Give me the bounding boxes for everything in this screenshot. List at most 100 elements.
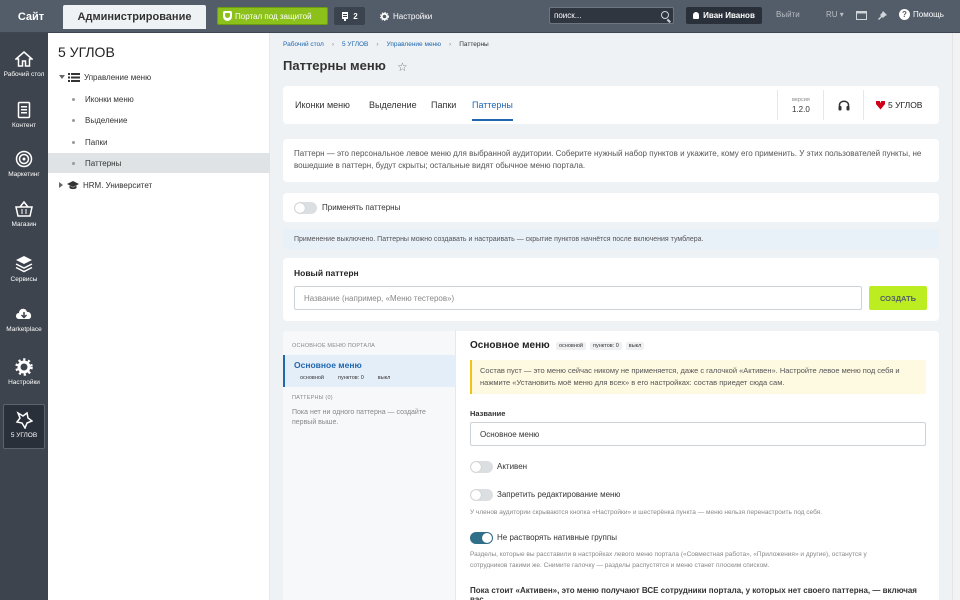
tab-highlight[interactable]: Выделение — [369, 100, 417, 110]
portal-protected-button[interactable]: Портал под защитой — [217, 7, 328, 25]
pattern-name-input[interactable]: Название (например, «Меню тестеров») — [294, 286, 862, 310]
search-input[interactable]: поиск... — [549, 7, 674, 24]
apply-patterns-label: Применять паттерны — [322, 203, 401, 212]
pattern-name-field[interactable]: Основное меню — [470, 422, 926, 446]
native-groups-toggle[interactable] — [470, 532, 493, 544]
breadcrumb-separator: › — [331, 41, 334, 48]
native-groups-help: сотрудников такими же. Снимите галочку —… — [470, 562, 770, 569]
notifications-button[interactable]: 2 — [334, 7, 365, 25]
nav-label: Сервисы — [10, 276, 38, 283]
scrollbar[interactable] — [952, 33, 960, 600]
tree-label: Управление меню — [84, 72, 152, 82]
version-label: версия — [792, 97, 810, 103]
divider — [823, 90, 824, 120]
site-link[interactable]: Сайт — [0, 0, 62, 33]
brand-name: 5 УГЛОВ — [888, 100, 923, 110]
headphones-icon[interactable] — [838, 99, 850, 111]
graduation-cap-icon — [67, 180, 79, 189]
tag-main: основной — [556, 342, 586, 350]
tab-patterns[interactable]: Паттерны — [472, 100, 513, 121]
gear-icon — [380, 11, 389, 21]
page-title: Паттерны меню — [283, 58, 386, 73]
nav-label: Маркетинг — [8, 171, 40, 178]
target-icon — [15, 150, 33, 168]
warning-banner: Состав пуст — это меню сейчас никому не … — [470, 360, 926, 394]
breadcrumb-item[interactable]: Рабочий стол — [283, 41, 324, 48]
nav-content[interactable]: Контент — [0, 91, 48, 141]
bullet-icon — [72, 97, 75, 101]
editor-tags: основной пунктов: 0 выкл — [556, 342, 645, 350]
tree-label: HRM. Университет — [83, 180, 153, 190]
brand-logo[interactable]: 5 УГЛОВ — [876, 100, 922, 110]
native-groups-help: Разделы, которые вы расставили в настрой… — [470, 551, 867, 558]
apply-patterns-card: Применять паттерны — [283, 193, 939, 222]
tab-folders[interactable]: Папки — [431, 100, 456, 110]
nav-desktop[interactable]: Рабочий стол — [0, 40, 48, 90]
nav-services[interactable]: Сервисы — [0, 245, 48, 295]
favorite-star-icon[interactable]: ☆ — [397, 60, 408, 74]
user-menu[interactable]: Иван Иванов — [686, 7, 762, 24]
active-toggle[interactable] — [470, 461, 493, 473]
menu-tree: 5 УГЛОВ Управление меню Иконки меню Выде… — [48, 33, 270, 600]
pin-icon[interactable] — [877, 10, 888, 21]
user-name: Иван Иванов — [703, 11, 755, 20]
expand-icon[interactable] — [59, 75, 65, 79]
breadcrumb-separator: › — [376, 41, 379, 48]
tree-label: Иконки меню — [85, 94, 134, 104]
new-pattern-card: Новый паттерн Название (например, «Меню … — [283, 258, 939, 321]
language-select[interactable]: RU ▾ — [826, 10, 844, 19]
gear-icon — [15, 358, 33, 376]
tree-title: 5 УГЛОВ — [58, 44, 115, 60]
tabs-card: Иконки меню Выделение Папки Паттерны вер… — [283, 86, 939, 124]
nav-settings[interactable]: Настройки — [0, 348, 48, 398]
help-button[interactable]: ? Помощь — [899, 9, 944, 20]
nav-marketing[interactable]: Маркетинг — [0, 140, 48, 190]
search-icon[interactable] — [661, 11, 669, 19]
breadcrumb-separator: › — [449, 41, 452, 48]
collapse-icon[interactable] — [59, 182, 63, 188]
nav-shop[interactable]: Магазин — [0, 190, 48, 240]
layers-icon — [15, 256, 33, 273]
list-icon — [68, 72, 80, 82]
pattern-item-name: Основное меню — [294, 360, 362, 370]
breadcrumb-item[interactable]: Управление меню — [387, 41, 442, 48]
bullet-icon — [72, 118, 75, 122]
nav-label: Магазин — [11, 221, 37, 228]
nav-marketplace[interactable]: Marketplace — [0, 295, 48, 345]
nav-5-corners[interactable]: 5 УГЛОВ — [3, 404, 45, 449]
divider — [777, 90, 778, 120]
logout-link[interactable]: Выйти — [776, 10, 800, 19]
tree-item-folders[interactable]: Папки — [48, 132, 270, 152]
tree-label: Выделение — [85, 115, 128, 125]
tree-item-highlight[interactable]: Выделение — [48, 110, 270, 130]
user-icon — [693, 12, 700, 19]
name-label: Название — [470, 409, 506, 418]
breadcrumb-item[interactable]: 5 УГЛОВ — [342, 41, 368, 48]
settings-link[interactable]: Настройки — [380, 7, 432, 25]
apply-patterns-toggle[interactable] — [294, 202, 317, 214]
help-icon: ? — [899, 9, 910, 20]
breadcrumb-current: Паттерны — [459, 41, 489, 48]
window-icon[interactable] — [856, 10, 867, 21]
tree-item-hrm-university[interactable]: HRM. Университет — [48, 175, 270, 195]
tag-count: пунктов: 0 — [590, 342, 622, 350]
portal-protected-label: Портал под защитой — [235, 11, 312, 21]
tree-item-patterns[interactable]: Паттерны — [48, 153, 270, 173]
admin-tab[interactable]: Администрирование — [63, 5, 206, 29]
nav-label: Настройки — [8, 379, 40, 386]
lock-editing-help: У членов аудитории скрываются кнопка «На… — [470, 509, 822, 516]
home-icon — [15, 51, 33, 67]
pattern-item-main-menu[interactable]: Основное меню основной пунктов: 0 выкл — [283, 355, 456, 387]
info-banner: Применение выключено. Паттерны можно соз… — [283, 229, 939, 249]
lock-editing-toggle[interactable] — [470, 489, 493, 501]
nav-label: Контент — [11, 122, 37, 129]
document-icon — [17, 101, 31, 119]
star-icon — [15, 411, 33, 429]
nav-label: Рабочий стол — [3, 71, 45, 78]
language-label: RU — [826, 10, 838, 19]
tree-item-menu-icons[interactable]: Иконки меню — [48, 89, 270, 109]
notifications-count: 2 — [353, 11, 358, 21]
create-button[interactable]: СОЗДАТЬ — [869, 286, 927, 310]
tab-menu-icons[interactable]: Иконки меню — [295, 100, 350, 110]
tree-item-menu-management[interactable]: Управление меню — [48, 67, 270, 87]
